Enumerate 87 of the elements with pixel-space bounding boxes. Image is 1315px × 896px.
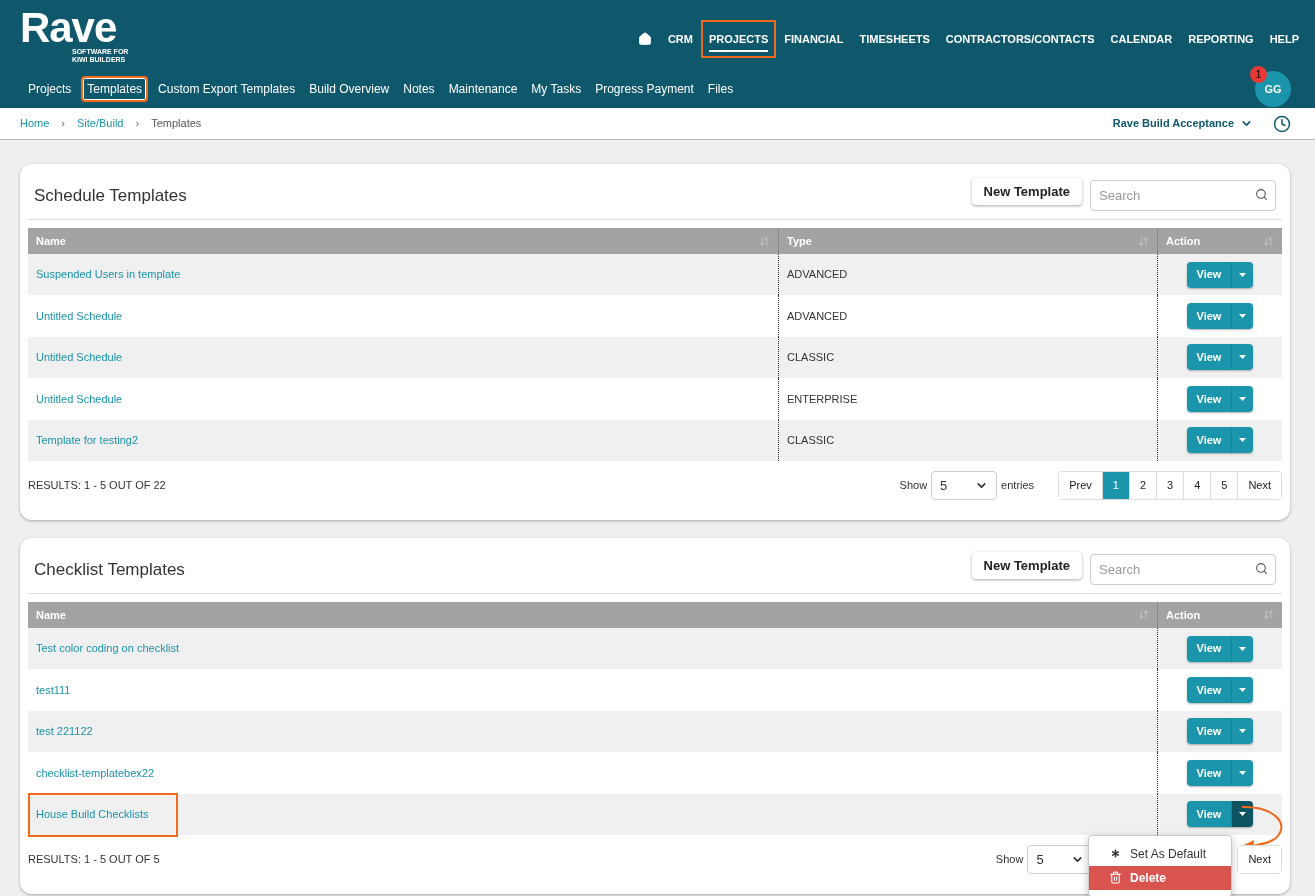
page-size-value: 5 <box>1036 850 1044 869</box>
caret-icon <box>1239 646 1247 651</box>
dropdown-toggle[interactable] <box>1231 801 1254 828</box>
type-cell-text: CLASSIC <box>787 350 835 366</box>
card-title: Schedule Templates <box>34 184 187 207</box>
show-label: Show <box>899 478 928 494</box>
dropdown-toggle[interactable] <box>1231 427 1254 454</box>
sub-nav-link[interactable]: Templates <box>81 76 149 102</box>
top-nav-link[interactable]: REPORTING <box>1188 31 1254 52</box>
top-nav-link[interactable]: CRM <box>667 31 693 52</box>
menu-item[interactable]: Delete <box>1089 865 1231 890</box>
view-button[interactable]: View <box>1186 427 1232 454</box>
template-link[interactable]: Untitled Schedule <box>36 307 123 325</box>
sub-nav-link[interactable]: Projects <box>24 78 76 100</box>
caret-icon <box>1239 355 1247 360</box>
new-template-button[interactable]: New Template <box>971 177 1082 206</box>
new-template-button[interactable]: New Template <box>971 551 1082 580</box>
top-nav-link[interactable]: CALENDAR <box>1110 31 1173 52</box>
search-field[interactable]: Search <box>1090 553 1276 585</box>
breadcrumb-link[interactable]: Templates <box>151 115 202 132</box>
template-link[interactable]: Untitled Schedule <box>36 390 123 408</box>
sub-nav-link[interactable]: Notes <box>399 78 439 100</box>
top-nav-link[interactable]: TIMESHEETS <box>859 31 930 52</box>
breadcrumb-separator: › <box>61 116 65 132</box>
type-cell-text: CLASSIC <box>787 433 835 448</box>
entries-label: entries <box>1001 478 1035 494</box>
template-link[interactable]: test111 <box>36 681 71 699</box>
breadcrumb-separator: › <box>135 116 140 132</box>
clock-icon[interactable] <box>1273 114 1291 133</box>
sub-nav-link[interactable]: Maintenance <box>444 78 522 100</box>
top-nav-link[interactable]: FINANCIAL <box>784 31 844 52</box>
page-size-select[interactable]: 5 <box>931 470 998 500</box>
page-button[interactable]: Next <box>1238 845 1281 873</box>
sub-nav-link[interactable]: Build Overview <box>305 78 394 100</box>
dropdown-toggle[interactable] <box>1231 635 1254 662</box>
dropdown-toggle[interactable] <box>1231 718 1254 745</box>
search-field[interactable]: Search <box>1090 180 1276 211</box>
top-nav-link[interactable]: CONTRACTORS/CONTACTS <box>945 31 1095 52</box>
caret-icon <box>1239 438 1247 443</box>
dropdown-toggle[interactable] <box>1231 261 1254 288</box>
sub-nav-link[interactable]: Custom Export Templates <box>154 78 300 100</box>
caret-icon <box>1239 688 1247 693</box>
view-button[interactable]: View <box>1186 385 1232 412</box>
page-button[interactable]: 1 <box>1101 471 1129 499</box>
results-count: RESULTS: 1 - 5 OUT OF 5 <box>28 852 160 868</box>
project-selector[interactable]: Rave Build Acceptance <box>1112 115 1253 132</box>
view-button[interactable]: View <box>1186 801 1232 828</box>
view-button[interactable]: View <box>1186 344 1232 371</box>
top-nav-link[interactable]: HELP <box>1269 31 1299 52</box>
view-button[interactable]: View <box>1186 635 1232 662</box>
view-button[interactable]: View <box>1186 303 1232 330</box>
type-cell-text: ADVANCED <box>787 308 848 324</box>
view-button[interactable]: View <box>1186 261 1232 288</box>
top-nav-link[interactable]: PROJECTS <box>708 31 769 52</box>
breadcrumb-link[interactable]: Home <box>20 115 50 132</box>
dropdown-toggle[interactable] <box>1231 344 1254 371</box>
sub-nav-link[interactable]: Files <box>703 78 738 100</box>
show-label: Show <box>995 852 1024 868</box>
dropdown-toggle[interactable] <box>1231 303 1254 330</box>
sub-nav-link[interactable]: My Tasks <box>527 78 586 100</box>
search-icon <box>1255 561 1268 575</box>
type-cell-text: ENTERPRISE <box>787 391 858 407</box>
page-button[interactable]: Next <box>1237 471 1281 499</box>
view-button[interactable]: View <box>1186 759 1232 786</box>
home-icon[interactable] <box>637 31 652 46</box>
card-title: Checklist Templates <box>34 558 185 581</box>
breadcrumb-link[interactable]: Site/Build <box>77 115 124 132</box>
type-cell-text: ADVANCED <box>787 267 848 283</box>
template-link[interactable]: checklist-templatebex22 <box>36 764 154 782</box>
dropdown-toggle[interactable] <box>1231 677 1254 704</box>
search-icon <box>1255 188 1268 201</box>
view-button[interactable]: View <box>1186 677 1232 704</box>
view-button[interactable]: View <box>1186 718 1232 745</box>
asterisk-icon <box>1109 847 1122 861</box>
dropdown-toggle[interactable] <box>1231 759 1254 786</box>
page-size-value: 5 <box>940 476 948 495</box>
trash-icon <box>1109 871 1122 885</box>
results-count: RESULTS: 1 - 5 OUT OF 22 <box>28 478 166 494</box>
caret-icon <box>1239 812 1247 817</box>
caret-icon <box>1239 396 1247 401</box>
sub-nav-link[interactable]: Progress Payment <box>591 78 698 100</box>
caret-icon <box>1239 272 1247 277</box>
caret-icon <box>1239 314 1247 319</box>
caret-icon <box>1239 729 1247 734</box>
dropdown-toggle[interactable] <box>1231 385 1254 412</box>
caret-icon <box>1239 770 1247 775</box>
notification-badge: 1 <box>1250 66 1267 83</box>
